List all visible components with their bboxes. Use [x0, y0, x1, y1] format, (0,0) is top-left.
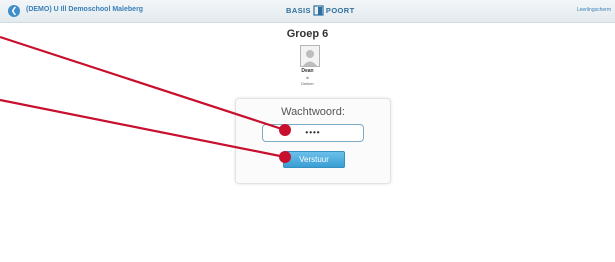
student-initial: di [305, 75, 310, 80]
door-icon [313, 5, 324, 16]
logo-text-left: BASIS [286, 6, 311, 15]
login-card: Wachtwoord: •••• Verstuur [235, 98, 391, 184]
student-surname: Dekker [301, 81, 314, 86]
logo-text-right: POORT [325, 6, 355, 15]
top-bar: ❮ (DEMO) U Ill Demoschool Maleberg BASIS… [0, 0, 615, 23]
student-name: Dean [301, 68, 314, 74]
back-arrow-icon[interactable]: ❮ [8, 5, 20, 17]
password-label: Wachtwoord: [281, 106, 345, 118]
password-input[interactable]: •••• [262, 124, 364, 142]
school-name: (DEMO) U Ill Demoschool Maleberg [26, 6, 144, 13]
user-avatar-icon[interactable] [300, 45, 320, 67]
header-link[interactable]: Leerlingscherm [577, 7, 611, 13]
submit-button[interactable]: Verstuur [283, 151, 345, 168]
basispoort-logo: BASIS POORT [286, 4, 355, 17]
group-title: Groep 6 [286, 28, 329, 40]
